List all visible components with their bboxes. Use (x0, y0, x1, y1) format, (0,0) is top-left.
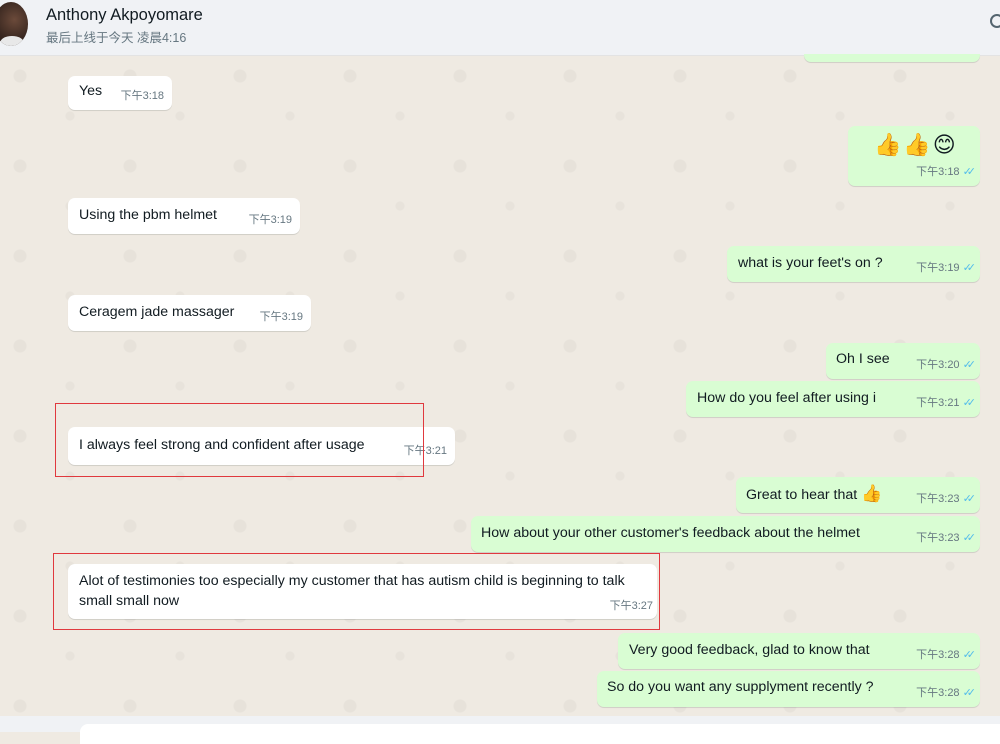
message-outgoing[interactable]: 👍👍😊 下午3:18 ✓✓ (848, 126, 980, 186)
message-incoming[interactable]: Yes 下午3:18 (68, 76, 172, 110)
double-check-icon: ✓✓ (962, 687, 977, 699)
double-check-icon: ✓✓ (962, 166, 977, 178)
message-outgoing[interactable]: How about your other customer's feedback… (471, 516, 980, 552)
message-time: 下午3:18 ✓✓ (916, 162, 976, 182)
message-outgoing[interactable]: Oh I see 下午3:20 ✓✓ (826, 343, 980, 379)
message-outgoing[interactable]: So do you want any supplyment recently ?… (597, 671, 980, 707)
double-check-icon: ✓✓ (962, 262, 977, 274)
message-text: Great to hear that 👍 (746, 484, 883, 504)
avatar[interactable] (0, 2, 28, 46)
message-text: Ceragem jade massager (79, 304, 235, 320)
message-text: How about your other customer's feedback… (481, 525, 860, 541)
thumbs-up-icon: 👍 (861, 484, 883, 504)
double-check-icon: ✓✓ (962, 532, 977, 544)
message-incoming[interactable]: I always feel strong and confident after… (68, 427, 455, 465)
message-time: 下午3:19 ✓✓ (916, 258, 976, 278)
message-text: Very good feedback, glad to know that (629, 642, 870, 658)
message-outgoing[interactable]: Great to hear that 👍 下午3:23 ✓✓ (736, 477, 980, 513)
message-time: 下午3:23 ✓✓ (916, 528, 976, 548)
last-seen-status: 最后上线于今天 凌晨4:16 (46, 31, 187, 45)
message-time: 下午3:28 ✓✓ (916, 683, 976, 703)
menu-icon[interactable] (990, 14, 1000, 28)
message-time: 下午3:21 ✓✓ (916, 393, 976, 413)
message-incoming[interactable]: Using the pbm helmet 下午3:19 (68, 198, 300, 234)
double-check-icon: ✓✓ (962, 493, 977, 505)
contact-name[interactable]: Anthony Akpoyomare (46, 6, 203, 25)
message-time: 下午3:19 (259, 311, 303, 323)
message-text: I always feel strong and confident after… (79, 437, 365, 453)
message-outgoing[interactable]: How do you feel after using i 下午3:21 ✓✓ (686, 381, 980, 417)
double-check-icon: ✓✓ (962, 649, 977, 661)
message-text: Alot of testimonies too especially my cu… (79, 573, 625, 609)
message-time: 下午3:27 (609, 600, 653, 612)
message-time: 下午3:28 ✓✓ (916, 645, 976, 665)
message-text: Yes (79, 83, 103, 99)
message-emoji: 👍👍😊 (874, 133, 958, 158)
message-input[interactable] (80, 724, 1000, 744)
message-text: Oh I see (836, 351, 890, 367)
message-outgoing[interactable]: Very good feedback, glad to know that 下午… (618, 633, 980, 669)
message-time: 下午3:21 (403, 445, 447, 457)
message-text: Using the pbm helmet (79, 207, 218, 223)
message-text: So do you want any supplyment recently ? (607, 679, 874, 695)
message-time: 下午3:23 ✓✓ (916, 489, 976, 509)
message-time: 下午3:19 (248, 214, 292, 226)
message-incoming[interactable]: Alot of testimonies too especially my cu… (68, 564, 657, 619)
message-incoming[interactable]: Ceragem jade massager 下午3:19 (68, 295, 311, 331)
double-check-icon: ✓✓ (962, 359, 977, 371)
chat-header[interactable]: Anthony Akpoyomare 最后上线于今天 凌晨4:16 (0, 0, 1000, 56)
message-time: 下午3:18 (120, 90, 164, 102)
partial-message-bubble (804, 54, 980, 62)
double-check-icon: ✓✓ (962, 397, 977, 409)
message-outgoing[interactable]: what is your feet's on ? 下午3:19 ✓✓ (727, 246, 980, 282)
message-time: 下午3:20 ✓✓ (916, 355, 976, 375)
message-text: what is your feet's on ? (738, 255, 883, 271)
message-text: How do you feel after using i (697, 390, 877, 406)
